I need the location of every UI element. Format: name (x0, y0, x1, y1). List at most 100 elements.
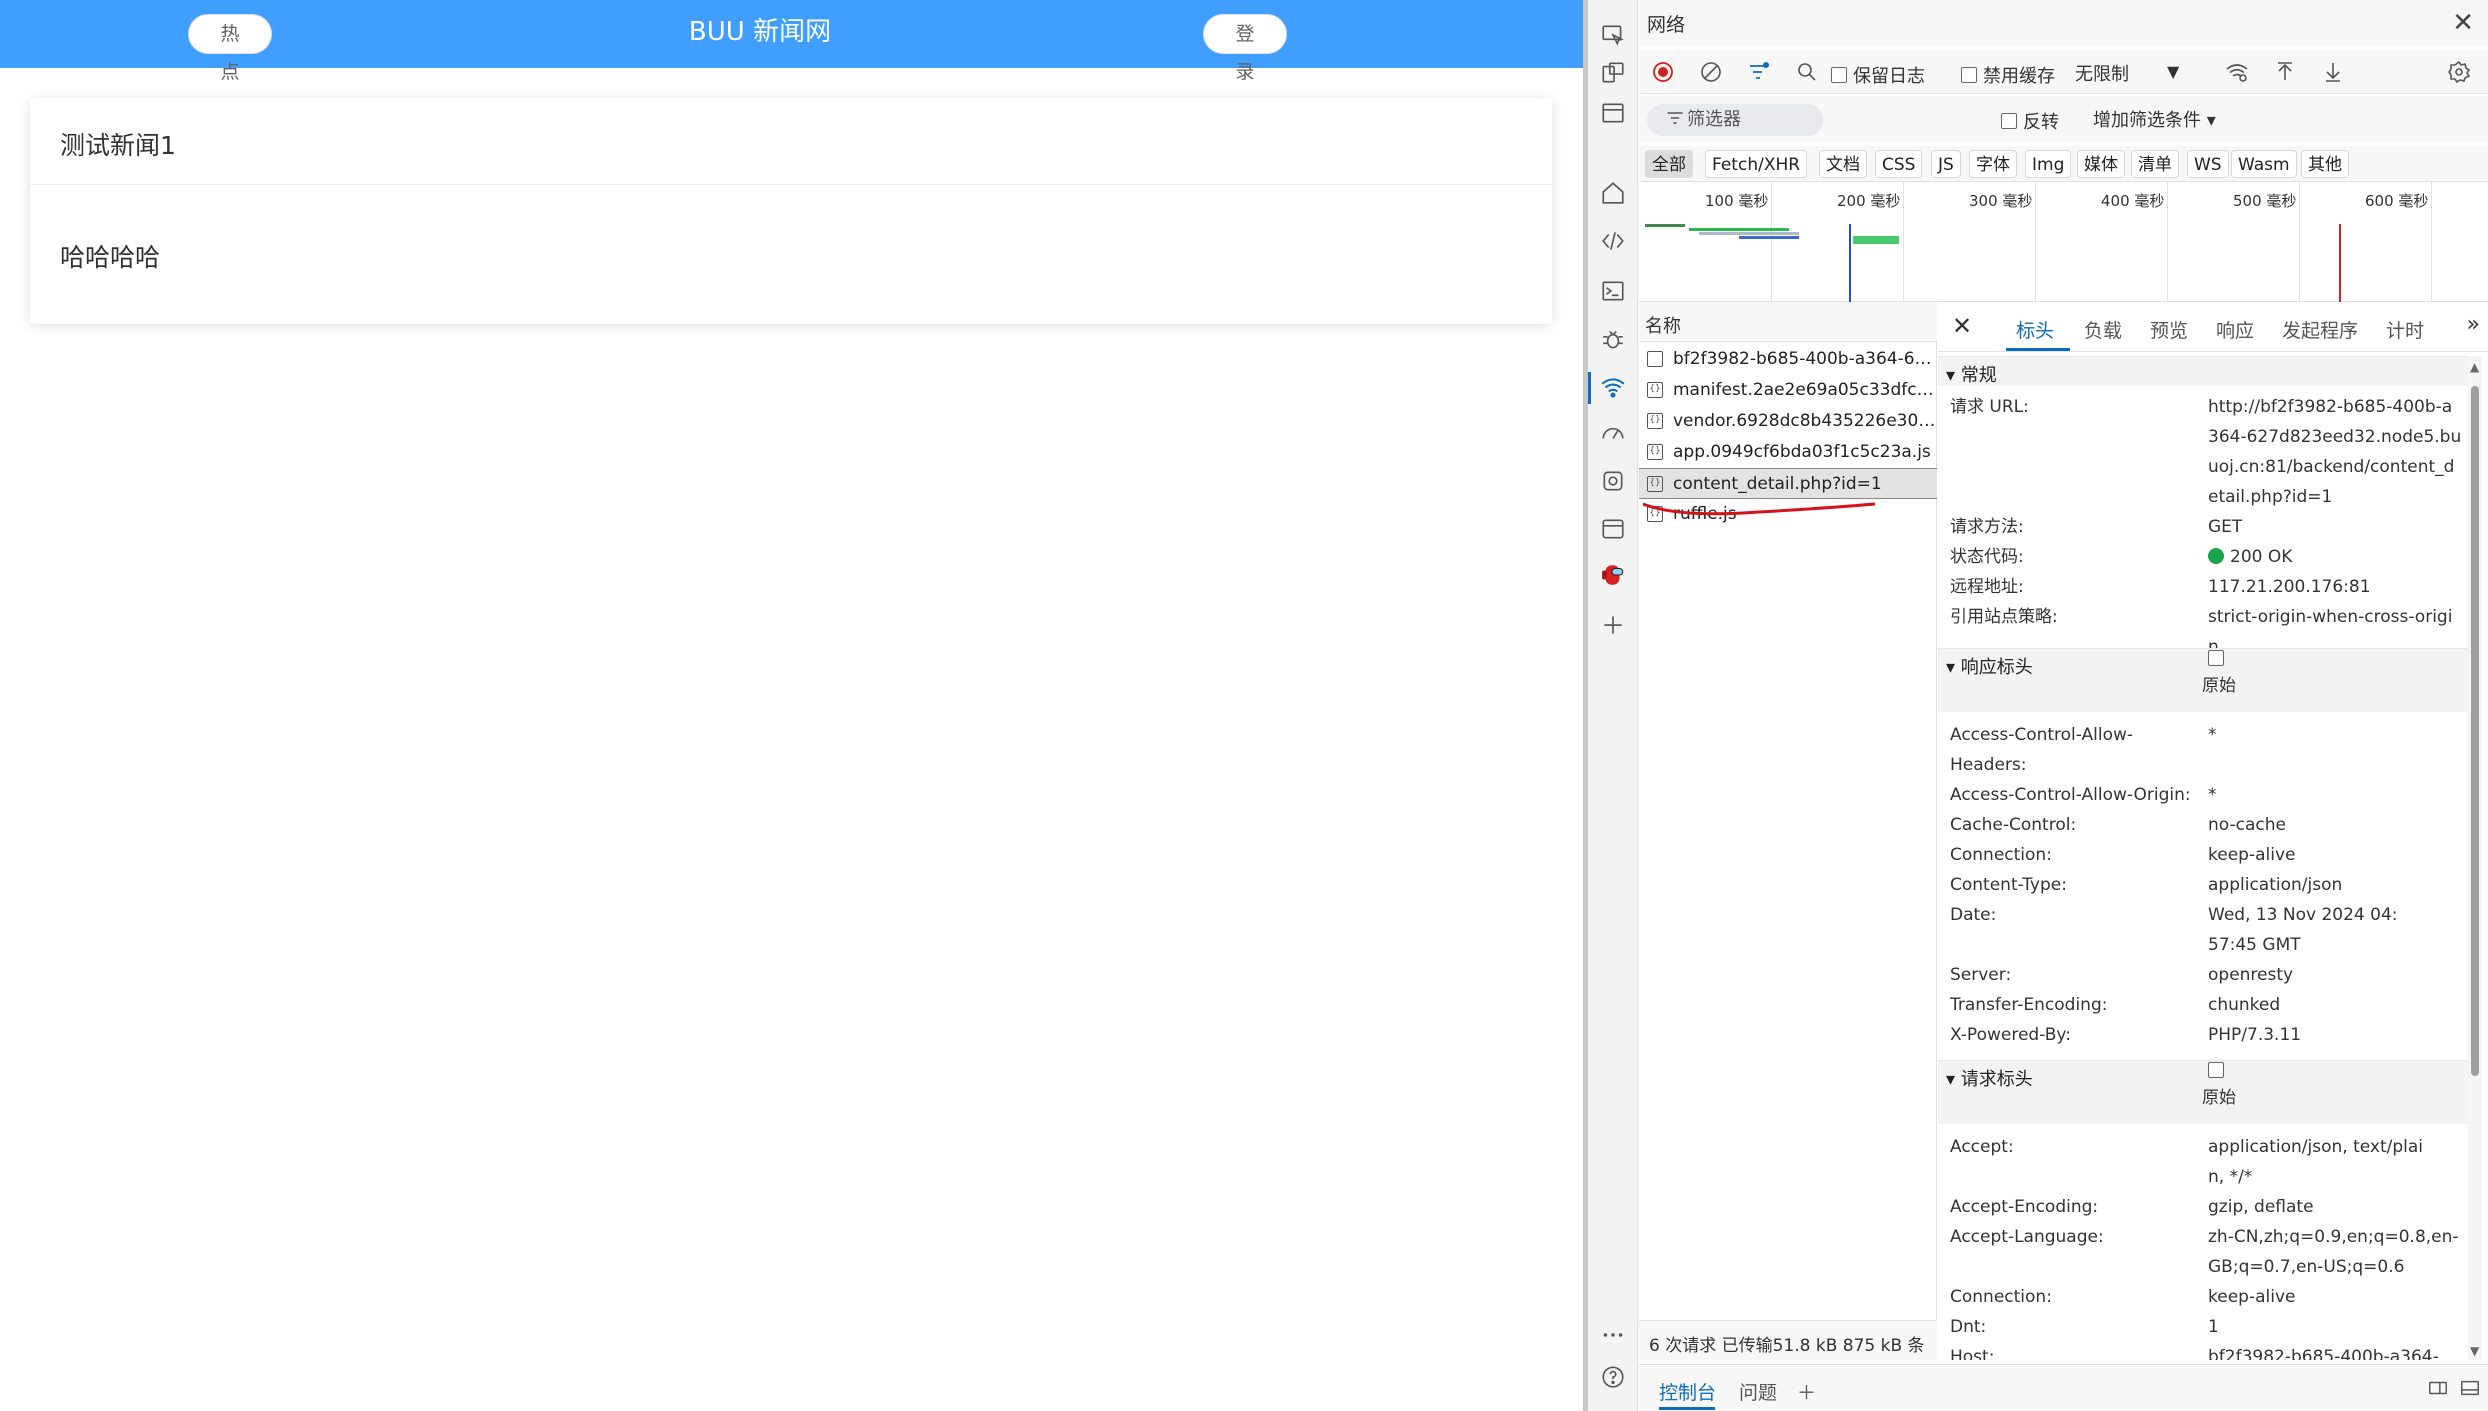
among-us-extension-icon[interactable] (1600, 562, 1626, 588)
timeline-gridline (1903, 182, 1904, 302)
tab-preview[interactable]: 预览 (2150, 316, 2188, 343)
preserve-log-label: 保留日志 (1853, 66, 1925, 87)
chevron-down-icon: ▾ (2206, 110, 2216, 131)
disable-cache-label: 禁用缓存 (1983, 66, 2055, 87)
add-tool-icon[interactable] (1600, 612, 1626, 638)
add-tab-icon[interactable]: ＋ (1797, 1378, 1816, 1405)
tab-initiator[interactable]: 发起程序 (2282, 316, 2358, 343)
waterfall-bar (1689, 228, 1789, 231)
news-item[interactable]: 测试新闻1 (60, 126, 176, 162)
header-key: Content-Type: (1950, 875, 2067, 895)
search-icon[interactable] (1795, 60, 1819, 84)
timeline-gridline (2167, 182, 2168, 302)
network-toolbar: 保留日志 禁用缓存 无限制 ▼ (1639, 50, 2488, 94)
header-value: application/json (2208, 875, 2343, 895)
type-filter-manifest[interactable]: 清单 (2131, 150, 2179, 178)
gear-icon[interactable] (2447, 60, 2471, 84)
tab-console[interactable]: 控制台 (1659, 1378, 1716, 1405)
header-value: PHP/7.3.11 (2208, 1025, 2302, 1045)
request-name: content_detail.php?id=1 (1673, 474, 1882, 494)
tab-issues[interactable]: 问题 (1739, 1378, 1777, 1405)
record-icon[interactable] (1651, 60, 1675, 84)
filter-toggle-icon[interactable] (1747, 60, 1771, 84)
more-tabs-icon[interactable]: » (2467, 312, 2480, 337)
type-filter-media[interactable]: 媒体 (2077, 150, 2125, 178)
request-row[interactable]: bf2f3982-b685-400b-a364-627d823eed32.nod… (1639, 344, 1937, 375)
header-key: X-Powered-By: (1950, 1025, 2071, 1045)
type-filter-js[interactable]: JS (1931, 150, 1961, 178)
type-filter-wasm[interactable]: Wasm (2231, 150, 2297, 178)
close-icon[interactable]: ✕ (2452, 8, 2474, 38)
clear-icon[interactable] (1699, 60, 1723, 84)
raw-toggle[interactable]: 原始 (2202, 1062, 2236, 1108)
dock-icon[interactable] (2427, 1377, 2449, 1404)
type-filter-doc[interactable]: 文档 (1819, 150, 1867, 178)
tab-timing[interactable]: 计时 (2386, 316, 2424, 343)
window-icon[interactable] (1600, 100, 1626, 126)
login-button[interactable]: 登录 (1203, 14, 1287, 83)
invert-checkbox[interactable]: 反转 (2001, 108, 2059, 134)
console-icon[interactable] (1600, 278, 1626, 304)
checkbox[interactable] (2208, 650, 2224, 666)
timeline-gridline (1771, 182, 1772, 302)
network-conditions-icon[interactable] (2225, 60, 2249, 84)
raw-toggle[interactable]: 原始 (2202, 650, 2236, 696)
scroll-thumb[interactable] (2471, 386, 2479, 1076)
inspect-icon[interactable] (1600, 22, 1626, 48)
request-name: vendor.6928dc8b435226e304d... (1673, 411, 1937, 431)
checkbox[interactable] (2208, 1062, 2224, 1078)
section-general[interactable]: ▾ 常规 (1938, 356, 2468, 386)
type-filter-font[interactable]: 字体 (1969, 150, 2017, 178)
upload-icon[interactable] (2273, 60, 2297, 84)
panel-header: 网络 ✕ (1639, 0, 2488, 46)
request-row[interactable]: {} app.0949cf6bda03f1c5c23a.js (1639, 437, 1937, 468)
name-column-header[interactable]: 名称 (1639, 302, 1937, 342)
timeline-gridline (2035, 182, 2036, 302)
raw-label: 原始 (2202, 1088, 2236, 1108)
chevron-down-icon[interactable]: ▼ (2167, 62, 2179, 81)
type-filter-other[interactable]: 其他 (2301, 150, 2349, 178)
checkbox[interactable] (1831, 67, 1847, 83)
type-filter-img[interactable]: Img (2025, 150, 2072, 178)
tab-response[interactable]: 响应 (2216, 316, 2254, 343)
details-scrollbar[interactable]: ▲ ▼ (2468, 356, 2482, 1360)
hot-button[interactable]: 热点 (188, 14, 272, 83)
checkbox[interactable] (2001, 113, 2017, 129)
waterfall-bar (1699, 232, 1799, 235)
news-item[interactable]: 哈哈哈哈 (60, 238, 160, 274)
scroll-up-icon[interactable]: ▲ (2470, 360, 2479, 374)
more-filters-dropdown[interactable]: 增加筛选条件 ▾ (2093, 106, 2216, 132)
help-icon[interactable] (1600, 1364, 1626, 1390)
type-filter-ws[interactable]: WS (2187, 150, 2229, 178)
bug-icon[interactable] (1600, 326, 1626, 352)
type-filter-fetch-xhr[interactable]: Fetch/XHR (1705, 150, 1808, 178)
preserve-log-checkbox[interactable]: 保留日志 (1831, 62, 1925, 88)
disable-cache-checkbox[interactable]: 禁用缓存 (1961, 62, 2055, 88)
raw-label: 原始 (2202, 676, 2236, 696)
home-icon[interactable] (1600, 180, 1626, 206)
type-filter-css[interactable]: CSS (1875, 150, 1923, 178)
network-icon[interactable] (1600, 374, 1626, 400)
device-emulation-icon[interactable] (1600, 60, 1626, 86)
header-key: Connection: (1950, 1287, 2052, 1307)
application-icon[interactable] (1600, 516, 1626, 542)
close-icon[interactable]: ✕ (1952, 312, 1972, 340)
status-code-value: 200 OK (2208, 542, 2463, 572)
more-icon[interactable] (1600, 1322, 1626, 1348)
tab-headers[interactable]: 标头 (2016, 316, 2054, 343)
checkbox[interactable] (1961, 67, 1977, 83)
request-row[interactable]: {} vendor.6928dc8b435226e304d... (1639, 406, 1937, 437)
type-filter-all[interactable]: 全部 (1645, 150, 1693, 178)
request-row[interactable]: {} manifest.2ae2e69a05c33dfc65f... (1639, 375, 1937, 406)
download-icon[interactable] (2321, 60, 2345, 84)
undock-icon[interactable] (2459, 1377, 2481, 1404)
network-overview-timeline[interactable]: 100 毫秒 200 毫秒 300 毫秒 400 毫秒 500 毫秒 600 毫… (1639, 182, 2488, 302)
news-list: 测试新闻1 哈哈哈哈 (30, 98, 1552, 324)
scroll-down-icon[interactable]: ▼ (2470, 1344, 2479, 1358)
tab-payload[interactable]: 负载 (2084, 316, 2122, 343)
settings-cog-icon[interactable] (1600, 468, 1626, 494)
header-key: 远程地址: (1950, 577, 2024, 597)
performance-icon[interactable] (1600, 420, 1626, 446)
waterfall-bar (1853, 236, 1899, 244)
elements-icon[interactable] (1600, 228, 1626, 254)
